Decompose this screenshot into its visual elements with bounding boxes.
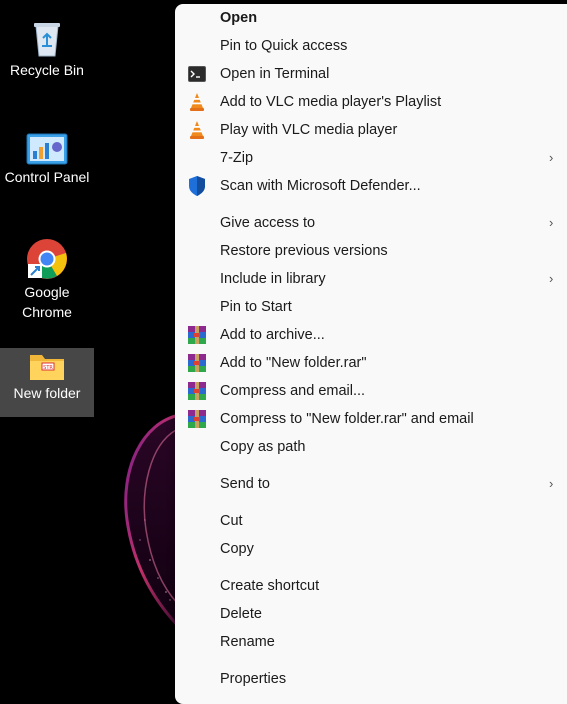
menu-item-label: Copy as path bbox=[220, 439, 306, 455]
menu-item-label: Copy bbox=[220, 541, 254, 557]
menu-item-compress-and-email[interactable]: Compress and email... bbox=[175, 378, 567, 404]
recycle-bin-icon bbox=[34, 23, 60, 57]
menu-item-create-shortcut[interactable]: Create shortcut bbox=[175, 573, 567, 599]
menu-item-give-access-to[interactable]: Give access to › bbox=[175, 210, 567, 236]
context-menu: Open Pin to Quick access Open in Terminal A… bbox=[175, 4, 567, 704]
menu-item-add-to-archive[interactable]: Add to archive... bbox=[175, 322, 567, 348]
desktop-icon-label: New folder bbox=[13, 385, 81, 401]
menu-item-label: Pin to Start bbox=[220, 299, 292, 315]
menu-item-label: Restore previous versions bbox=[220, 243, 388, 259]
menu-item-7-zip[interactable]: 7-Zip › bbox=[175, 145, 567, 171]
menu-item-label: 7-Zip bbox=[220, 150, 254, 166]
menu-item-properties[interactable]: Properties bbox=[175, 666, 567, 692]
menu-item-label: Delete bbox=[220, 606, 262, 622]
desktop-icon-google-chrome[interactable]: Google Chrome bbox=[0, 238, 94, 322]
menu-item-add-to-new-folder-rar[interactable]: Add to "New folder.rar" bbox=[175, 350, 567, 376]
menu-item-label: Include in library bbox=[220, 271, 326, 287]
chevron-right-icon: › bbox=[549, 150, 554, 165]
desktop-icon-label: Google bbox=[24, 284, 70, 300]
menu-item-label: Create shortcut bbox=[220, 578, 320, 594]
menu-item-label: Scan with Microsoft Defender... bbox=[220, 178, 421, 194]
menu-item-rename[interactable]: Rename bbox=[175, 629, 567, 655]
menu-item-include-in-library[interactable]: Include in library › bbox=[175, 266, 567, 292]
menu-item-label: Add to "New folder.rar" bbox=[220, 355, 367, 371]
vlc-icon bbox=[187, 92, 207, 112]
menu-item-play-with-vlc-media-player[interactable]: Play with VLC media player bbox=[175, 117, 567, 143]
menu-item-label: Send to bbox=[220, 476, 270, 492]
menu-item-label: Rename bbox=[220, 634, 275, 650]
winrar-icon bbox=[187, 409, 207, 429]
desktop-icon-label: Control Panel bbox=[4, 169, 90, 185]
defender-shield-icon bbox=[187, 176, 207, 196]
winrar-icon bbox=[187, 325, 207, 345]
menu-item-label: Pin to Quick access bbox=[220, 38, 348, 54]
control-panel-icon bbox=[26, 133, 68, 165]
menu-item-label: Open in Terminal bbox=[220, 66, 330, 82]
menu-item-compress-to-new-folder-rar-and-email[interactable]: Compress to "New folder.rar" and email bbox=[175, 406, 567, 432]
menu-item-label: Play with VLC media player bbox=[220, 122, 398, 138]
desktop-icon-label: Recycle Bin bbox=[10, 62, 84, 78]
chevron-right-icon: › bbox=[549, 215, 554, 230]
menu-item-pin-to-quick-access[interactable]: Pin to Quick access bbox=[175, 33, 567, 59]
menu-item-add-to-vlc-media-player-s-playlist[interactable]: Add to VLC media player's Playlist bbox=[175, 89, 567, 115]
folder-icon: STR bbox=[30, 355, 64, 380]
svg-text:STR: STR bbox=[43, 365, 53, 371]
menu-item-copy[interactable]: Copy bbox=[175, 536, 567, 562]
menu-item-label: Open bbox=[220, 10, 258, 26]
menu-item-scan-with-microsoft-defender[interactable]: Scan with Microsoft Defender... bbox=[175, 173, 567, 199]
desktop-icon-new-folder[interactable]: STR New folder bbox=[0, 348, 94, 417]
menu-item-copy-as-path[interactable]: Copy as path bbox=[175, 434, 567, 460]
menu-item-open[interactable]: Open bbox=[175, 5, 567, 31]
menu-item-pin-to-start[interactable]: Pin to Start bbox=[175, 294, 567, 320]
desktop-icon-label: Chrome bbox=[22, 304, 72, 320]
menu-item-label: Cut bbox=[220, 513, 243, 529]
desktop-icon-recycle-bin[interactable]: Recycle Bin bbox=[0, 18, 94, 80]
menu-item-label: Properties bbox=[220, 671, 287, 687]
winrar-icon bbox=[187, 353, 207, 373]
menu-item-cut[interactable]: Cut bbox=[175, 508, 567, 534]
menu-item-open-in-terminal[interactable]: Open in Terminal bbox=[175, 61, 567, 87]
desktop-icon-control-panel[interactable]: Control Panel bbox=[0, 133, 94, 187]
chrome-icon bbox=[27, 239, 67, 279]
menu-item-send-to[interactable]: Send to › bbox=[175, 471, 567, 497]
menu-item-label: Compress to "New folder.rar" and email bbox=[220, 411, 474, 427]
menu-item-label: Add to VLC media player's Playlist bbox=[220, 94, 442, 110]
menu-item-delete[interactable]: Delete bbox=[175, 601, 567, 627]
vlc-icon bbox=[187, 120, 207, 140]
winrar-icon bbox=[187, 381, 207, 401]
menu-item-restore-previous-versions[interactable]: Restore previous versions bbox=[175, 238, 567, 264]
chevron-right-icon: › bbox=[549, 271, 554, 286]
terminal-icon bbox=[187, 64, 207, 84]
menu-item-label: Compress and email... bbox=[220, 383, 366, 399]
menu-item-label: Give access to bbox=[220, 215, 316, 231]
menu-item-label: Add to archive... bbox=[220, 327, 325, 343]
chevron-right-icon: › bbox=[549, 476, 554, 491]
